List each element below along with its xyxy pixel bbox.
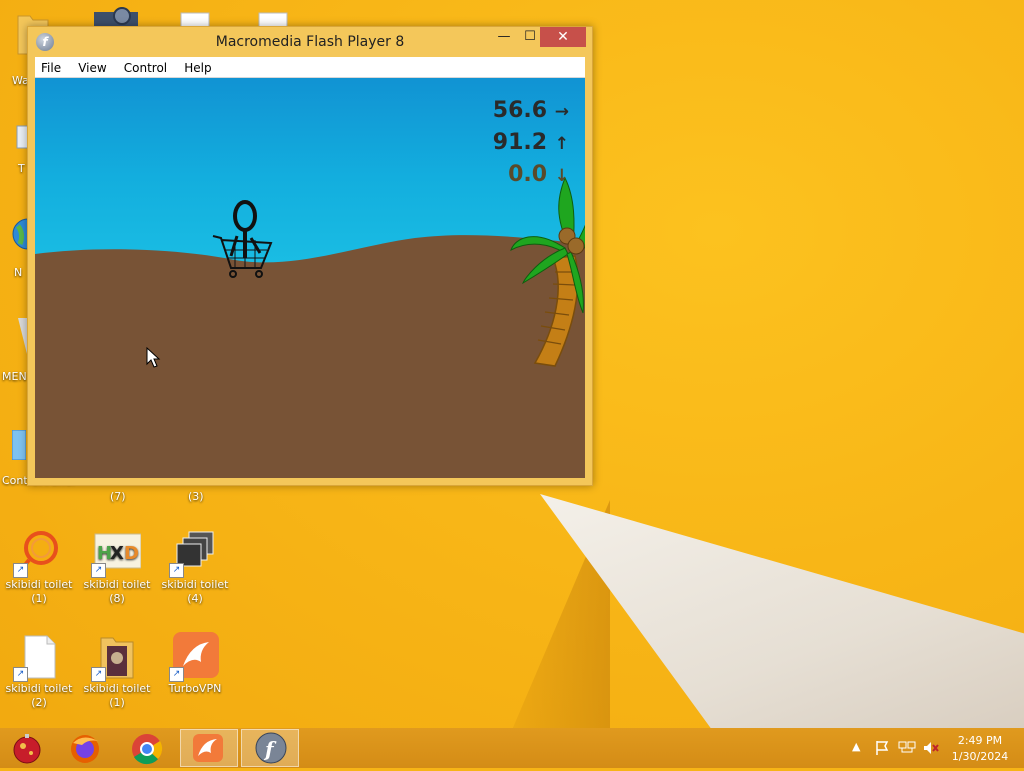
desktop-icon-label: skibidi toilet (5, 578, 73, 591)
desktop-icon-label: (4) (187, 592, 203, 605)
desktop-icon-label[interactable]: (7) (110, 490, 126, 503)
taskbar-app-firefox[interactable] (58, 729, 116, 767)
desktop-icon-label: (1) (109, 696, 125, 709)
blank-document-icon: ↗ (13, 632, 63, 682)
desktop-icon-label: skibidi toilet (83, 578, 151, 591)
minimize-button[interactable]: — (490, 27, 518, 47)
svg-text:D: D (124, 543, 139, 564)
taskbar-app-ornament[interactable] (0, 729, 58, 767)
sand-dunes (35, 235, 585, 478)
ornament-icon (13, 734, 41, 764)
hud-depth: 0.0 ↓ (508, 162, 569, 187)
wallpaper-shape (540, 494, 1024, 734)
shortcut-arrow-icon: ↗ (91, 563, 106, 578)
desktop-icon-label[interactable]: (3) (188, 490, 204, 503)
hud-height-value: 91.2 (492, 130, 548, 155)
clock-date: 1/30/2024 (951, 750, 1009, 763)
taskbar-app-chrome[interactable] (118, 729, 176, 767)
desktop-icon[interactable]: ↗ skibidi toilet (2) (0, 632, 78, 710)
firefox-icon (71, 735, 99, 763)
desktop-icon-label[interactable]: N (14, 266, 22, 279)
close-button[interactable]: ✕ (540, 27, 586, 47)
desktop-icon[interactable]: ↗ skibidi toilet (4) (156, 528, 234, 606)
shortcut-arrow-icon: ↗ (169, 667, 184, 682)
media-folder-icon: ↗ (91, 632, 141, 682)
network-globe-icon[interactable] (12, 216, 28, 252)
hud-speed: 56.6 → (493, 98, 569, 123)
desktop-icon-label: (2) (31, 696, 47, 709)
hud-height: 91.2 ↑ (493, 130, 569, 155)
settings-icon[interactable] (92, 6, 140, 28)
network-icon[interactable] (898, 740, 916, 756)
hud-speed-value: 56.6 (492, 98, 548, 123)
clock-time: 2:49 PM (957, 734, 1003, 747)
arrow-down-icon: ↓ (554, 166, 569, 186)
shortcut-arrow-icon: ↗ (13, 667, 28, 682)
desktop-icon[interactable]: ↗ TurboVPN (156, 632, 234, 696)
desktop-icon-label[interactable]: T (18, 162, 25, 175)
taskbar-app-turbovpn[interactable] (180, 729, 238, 767)
taskbar: f ▲ 2:49 PM 1/30/2024 (0, 728, 1024, 768)
desktop-icon-label[interactable]: MEN (2, 370, 27, 383)
flash-player-icon: f (255, 732, 287, 764)
desktop-icon-label: (1) (31, 592, 47, 605)
hud-depth-value: 0.0 (508, 162, 548, 187)
desktop-icon-label: (8) (109, 592, 125, 605)
turbovpn-icon (193, 734, 223, 762)
menu-view[interactable]: View (72, 58, 112, 75)
system-clock[interactable]: 2:49 PM 1/30/2024 (940, 733, 1020, 765)
title-bar[interactable]: f Macromedia Flash Player 8 — ☐ ✕ (28, 27, 592, 57)
flag-icon[interactable] (874, 740, 890, 756)
desktop-icon-label: TurboVPN (168, 682, 222, 695)
hxd-editor-icon: HXD ↗ (91, 528, 142, 578)
audio-ring-icon: ↗ (13, 528, 63, 578)
menu-help[interactable]: Help (178, 58, 217, 75)
shortcut-arrow-icon: ↗ (13, 563, 28, 578)
desktop-icon[interactable]: ↗ skibidi toilet (1) (78, 632, 156, 710)
shortcut-arrow-icon: ↗ (169, 563, 184, 578)
chrome-icon (132, 734, 163, 765)
volume-muted-icon[interactable] (922, 740, 940, 756)
control-panel-icon[interactable] (12, 430, 26, 460)
taskbar-app-flash-player[interactable]: f (241, 729, 299, 767)
menu-control[interactable]: Control (118, 58, 173, 75)
shortcut-arrow-icon: ↗ (91, 667, 106, 682)
desktop-icon-label: skibidi toilet (83, 682, 151, 695)
arrow-up-icon: ↑ (554, 134, 569, 154)
window-stack-icon: ↗ (169, 528, 219, 578)
turbovpn-icon: ↗ (169, 632, 219, 682)
menu-file[interactable]: File (35, 58, 67, 75)
desktop-icon[interactable]: HXD ↗ skibidi toilet (8) (78, 528, 156, 606)
desktop-icon-label: skibidi toilet (161, 578, 229, 591)
flash-stage[interactable]: 56.6 → 91.2 ↑ 0.0 ↓ (35, 78, 585, 478)
flash-player-window: f Macromedia Flash Player 8 — ☐ ✕ File V… (27, 26, 593, 486)
desktop-icon-label: skibidi toilet (5, 682, 73, 695)
arrow-right-icon: → (554, 102, 569, 122)
show-hidden-icons-button[interactable]: ▲ (852, 740, 860, 753)
svg-text:X: X (110, 543, 124, 564)
desktop-icon[interactable]: ↗ skibidi toilet (1) (0, 528, 78, 606)
menu-bar: File View Control Help (35, 57, 585, 78)
